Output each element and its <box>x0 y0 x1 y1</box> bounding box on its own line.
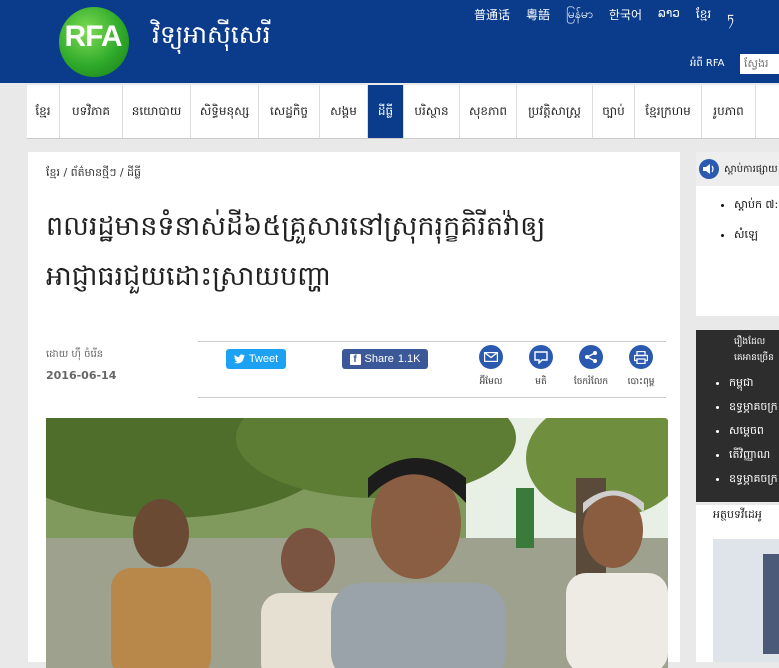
nav-item-khmer[interactable]: ខ្មែរ <box>27 85 60 138</box>
listen-item[interactable]: ស្តាប់ក ៧:៣ <box>734 196 779 214</box>
lang-lao[interactable]: ລາວ <box>658 6 680 40</box>
most-read-panel: រឿងដែល គេអានច្រើន កម្ពុជា ឧទ្ធម្ភាគចក្រ … <box>696 330 779 502</box>
listen-item[interactable]: សំឡេ <box>734 228 779 244</box>
lang-khmer[interactable]: ខ្មែរ <box>696 6 711 40</box>
comment-label: មតិ <box>535 377 547 387</box>
nav-item-khmer-rouge[interactable]: ខ្មែរក្រហម <box>635 85 702 138</box>
nav-item-economy[interactable]: សេដ្ឋកិច្ច <box>259 85 320 138</box>
lang-cantonese[interactable]: 粵語 <box>526 6 550 40</box>
share-label: Share <box>364 353 394 365</box>
nav-item-history[interactable]: ប្រវត្តិសាស្ត្រ <box>517 85 593 138</box>
listen-label: ស្តាប់ការផ្សាយ <box>724 164 778 175</box>
email-label: អ៊ីមែល <box>479 377 503 387</box>
logo-text[interactable]: RFA <box>58 20 128 54</box>
language-links: 普通话 粵語 မြန်မာ 한국어 ລາວ ខ្មែរ ཏ <box>474 6 750 40</box>
comment-icon <box>529 345 553 369</box>
facebook-icon: f <box>349 353 361 365</box>
about-link[interactable]: អំពី RFA <box>690 56 725 71</box>
nav-item-law[interactable]: ច្បាប់ <box>593 85 635 138</box>
most-read-item[interactable]: តើវិញ្ញាណ <box>729 448 779 472</box>
nav-item-health[interactable]: សុខភាព <box>460 85 517 138</box>
video-panel: អត្ថបទវីដេអូ <box>696 505 779 662</box>
site-header: RFA វិទ្យុអាស៊ីសេរី 普通话 粵語 မြန်မာ 한국어 ລາ… <box>0 0 779 83</box>
main-nav: ខ្មែរ បទវិភាគ នយោបាយ សិទ្ធិមនុស្ស សេដ្ឋក… <box>27 85 779 139</box>
most-read-heading: រឿងដែល គេអានច្រើន <box>734 337 774 363</box>
lang-mandarin[interactable]: 普通话 <box>474 6 510 40</box>
villagers-photo <box>46 418 668 668</box>
site-name[interactable]: វិទ្យុអាស៊ីសេរី <box>152 20 271 56</box>
twitter-bird-icon <box>233 354 245 364</box>
article-panel: ខ្មែរ / ព័ត៌មានថ្មីៗ / ដីធ្លី ពលរដ្ឋមានទ… <box>28 152 680 668</box>
video-thumbnail[interactable] <box>713 539 779 662</box>
nav-item-photos[interactable]: រូបភាព <box>702 85 756 138</box>
article-photo[interactable] <box>46 418 668 668</box>
print-label: បោះពុម្ព <box>627 377 655 387</box>
listen-header[interactable]: ស្តាប់ការផ្សាយ <box>696 152 779 186</box>
share-tool[interactable]: ចែករំលែក <box>571 345 611 389</box>
speaker-icon[interactable] <box>699 159 719 179</box>
share-icon <box>579 345 603 369</box>
printer-icon <box>629 345 653 369</box>
lang-korean[interactable]: 한국어 <box>609 6 642 40</box>
email-tool[interactable]: អ៊ីមែល <box>471 345 511 389</box>
lang-tibetan[interactable]: ཏ <box>727 6 734 40</box>
comment-tool[interactable]: មតិ <box>521 345 561 389</box>
article-byline: ដោយ ហ៊ឹ ចំរើន <box>46 349 104 360</box>
most-read-item[interactable]: ឧទ្ធម្ភាគចក្រ <box>729 472 779 496</box>
article-title: ពលរដ្ឋមានទំនាស់ដី៦៥គ្រួសារនៅស្រុករុក្ខគិ… <box>46 211 546 292</box>
print-tool[interactable]: បោះពុម្ព <box>621 345 661 389</box>
nav-item-environment[interactable]: បរិស្ថាន <box>404 85 460 138</box>
divider <box>198 397 666 398</box>
tweet-label: Tweet <box>248 353 279 365</box>
video-panel-label: អត្ថបទវីដេអូ <box>713 508 762 521</box>
divider <box>198 341 666 342</box>
most-read-item[interactable]: កម្ពុជា <box>729 376 779 400</box>
facebook-share-button[interactable]: f Share 1.1K <box>342 349 428 369</box>
nav-item-human-rights[interactable]: សិទ្ធិមនុស្ស <box>191 85 259 138</box>
share-tool-label: ចែករំលែក <box>573 377 609 387</box>
nav-item-land[interactable]: ដីធ្លី <box>368 85 404 138</box>
nav-item-politics[interactable]: នយោបាយ <box>123 85 191 138</box>
listen-panel: ស្តាប់ការផ្សាយ ស្តាប់ក ៧:៣ សំឡេ <box>696 152 779 316</box>
thumbnail-image <box>763 554 779 654</box>
breadcrumb[interactable]: ខ្មែរ / ព័ត៌មានថ្មីៗ / ដីធ្លី <box>46 166 141 182</box>
article-date: 2016-06-14 <box>46 369 117 382</box>
most-read-list: កម្ពុជា ឧទ្ធម្ភាគចក្រ សម្ដេចព តើវិញ្ញាណ … <box>691 376 779 496</box>
nav-item-society[interactable]: សង្គម <box>320 85 368 138</box>
share-count: 1.1K <box>397 353 421 365</box>
envelope-icon <box>479 345 503 369</box>
tweet-button[interactable]: Tweet <box>226 349 286 369</box>
lang-burmese[interactable]: မြန်မာ <box>566 6 593 40</box>
most-read-item[interactable]: សម្ដេចព <box>729 424 779 448</box>
search-input[interactable] <box>740 54 779 74</box>
listen-list: ស្តាប់ក ៧:៣ សំឡេ <box>696 196 779 244</box>
most-read-item[interactable]: ឧទ្ធម្ភាគចក្រ <box>729 400 779 424</box>
nav-item-analysis[interactable]: បទវិភាគ <box>60 85 123 138</box>
